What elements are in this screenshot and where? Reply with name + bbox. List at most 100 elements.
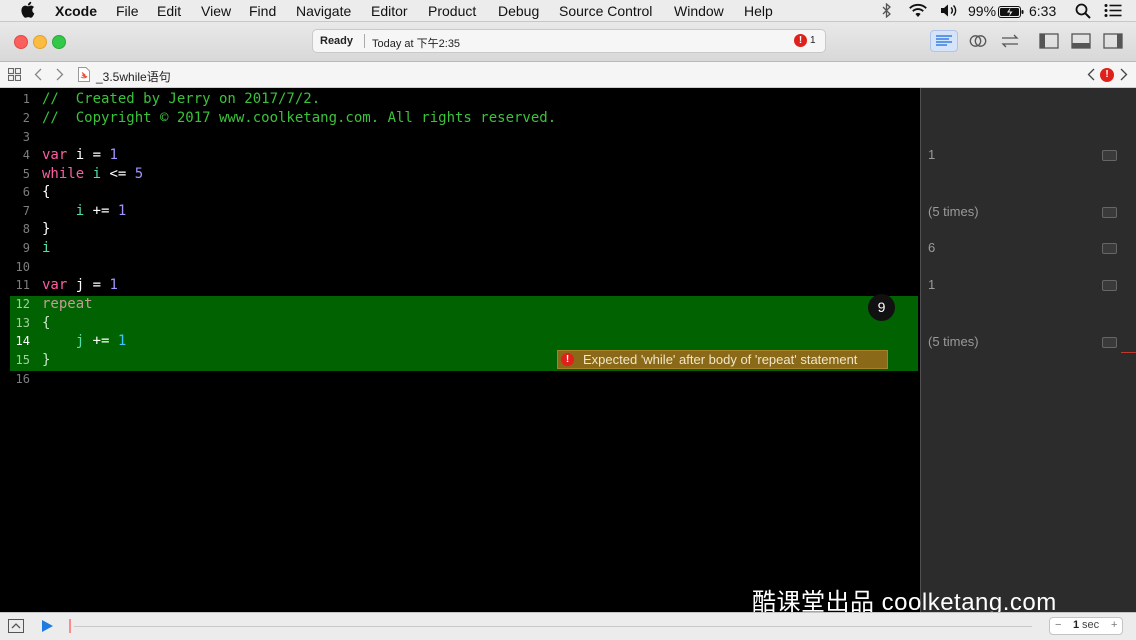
bluetooth-icon[interactable] [882, 2, 892, 21]
code-line[interactable]: i += 1 [42, 203, 127, 219]
code-editor[interactable]: 1 // Created by Jerry on 2017/7/2. 2 // … [0, 88, 920, 612]
code-line[interactable]: i [42, 240, 50, 256]
line-number: 11 [15, 278, 30, 292]
timeline-track[interactable] [74, 626, 1032, 627]
line-number: 1 [22, 92, 30, 106]
quick-look-icon[interactable] [1102, 150, 1117, 161]
error-message: Expected 'while' after body of 'repeat' … [583, 352, 858, 367]
previous-issue-icon[interactable] [1087, 68, 1095, 84]
increment-button[interactable]: + [1111, 619, 1117, 631]
result-value: 1 [928, 147, 936, 162]
next-issue-icon[interactable] [1120, 68, 1128, 84]
line-number: 4 [22, 148, 30, 162]
line-number: 15 [15, 353, 30, 367]
code-line[interactable]: var i = 1 [42, 147, 118, 163]
line-number: 7 [22, 204, 30, 218]
result-value: 1 [928, 277, 936, 292]
toggle-navigator-button[interactable] [1035, 30, 1063, 52]
menu-help[interactable]: Help [744, 3, 773, 19]
jump-bar: _3.5while语句 ! [0, 62, 1136, 88]
activity-viewer: Ready Today at 下午2:35 ! 1 [312, 29, 826, 53]
quick-look-icon[interactable] [1102, 207, 1117, 218]
menu-bar: Xcode File Edit View Find Navigate Edito… [0, 0, 1136, 22]
code-line[interactable]: j += 1 [42, 333, 127, 349]
run-playground-icon[interactable] [40, 619, 54, 636]
standard-editor-button[interactable] [930, 30, 958, 52]
error-banner-icon: ! [561, 353, 574, 366]
menu-window[interactable]: Window [674, 3, 724, 19]
line-number: 2 [22, 111, 30, 125]
menu-edit[interactable]: Edit [157, 3, 181, 19]
issue-error-icon[interactable]: ! [1100, 68, 1114, 82]
code-line[interactable]: { [42, 315, 50, 331]
result-value: 6 [928, 240, 936, 255]
quick-look-icon[interactable] [1102, 280, 1117, 291]
code-line[interactable]: { [42, 184, 50, 200]
code-line[interactable]: // Created by Jerry on 2017/7/2. [42, 91, 320, 107]
assistant-editor-button[interactable] [964, 30, 992, 52]
line-number: 8 [22, 222, 30, 236]
code-line[interactable]: } [42, 221, 50, 237]
apple-menu-icon[interactable] [20, 1, 35, 21]
menu-debug[interactable]: Debug [498, 3, 539, 19]
close-window-button[interactable] [14, 35, 28, 49]
timeline-scrubber[interactable] [69, 619, 71, 633]
go-back-icon[interactable] [34, 68, 42, 84]
error-banner[interactable]: ! Expected 'while' after body of 'repeat… [557, 350, 888, 369]
line-number: 10 [15, 260, 30, 274]
menu-product[interactable]: Product [428, 3, 476, 19]
build-timestamp: Today at 下午2:35 [372, 38, 461, 50]
menu-find[interactable]: Find [249, 3, 276, 19]
menu-view[interactable]: View [201, 3, 231, 19]
error-icon[interactable]: ! [794, 34, 807, 47]
line-number: 6 [22, 185, 30, 199]
line-number: 3 [22, 130, 30, 144]
notification-center-icon[interactable] [1104, 3, 1122, 21]
swift-file-icon [78, 67, 90, 85]
go-forward-icon[interactable] [56, 68, 64, 84]
wifi-icon[interactable] [908, 3, 928, 21]
build-status: Ready [320, 35, 354, 47]
menu-source-control[interactable]: Source Control [559, 3, 652, 19]
error-count[interactable]: 1 [810, 35, 816, 46]
window-toolbar: Ready Today at 下午2:35 ! 1 [0, 22, 1136, 62]
hide-debug-area-icon[interactable] [8, 619, 24, 636]
duration-unit: sec [1082, 619, 1100, 631]
menu-app-name[interactable]: Xcode [55, 3, 97, 19]
version-editor-button[interactable] [996, 30, 1024, 52]
menu-navigate[interactable]: Navigate [296, 3, 351, 19]
code-line[interactable]: var j = 1 [42, 277, 118, 293]
minimize-window-button[interactable] [33, 35, 47, 49]
spotlight-search-icon[interactable] [1075, 3, 1091, 22]
battery-percent[interactable]: 99% [968, 3, 996, 19]
battery-icon[interactable] [998, 5, 1024, 21]
duration-stepper: − 1 sec + [1049, 617, 1123, 635]
step-counter-badge: 9 [868, 294, 895, 321]
quick-look-icon[interactable] [1102, 337, 1117, 348]
zoom-window-button[interactable] [52, 35, 66, 49]
line-number: 9 [22, 241, 30, 255]
breadcrumb-file[interactable]: _3.5while语句 [96, 68, 171, 85]
toggle-utilities-button[interactable] [1099, 30, 1127, 52]
code-line[interactable]: while i <= 5 [42, 166, 143, 182]
code-line[interactable]: // Copyright © 2017 www.coolketang.com. … [42, 110, 556, 126]
clock[interactable]: 6:33 [1029, 3, 1056, 19]
decrement-button[interactable]: − [1055, 619, 1061, 631]
line-number: 13 [15, 316, 30, 330]
menu-file[interactable]: File [116, 3, 139, 19]
duration-value[interactable]: 1 [1073, 619, 1079, 631]
error-marker [1121, 352, 1136, 353]
line-number: 16 [15, 372, 30, 386]
line-number: 5 [22, 167, 30, 181]
related-items-icon[interactable] [7, 67, 22, 84]
result-value: (5 times) [928, 204, 979, 219]
code-line[interactable]: } [42, 352, 50, 368]
code-line[interactable]: repeat [42, 296, 93, 312]
volume-icon[interactable] [940, 3, 958, 21]
debug-bar: − 1 sec + [0, 612, 1136, 640]
line-number: 14 [15, 334, 30, 348]
menu-editor[interactable]: Editor [371, 3, 408, 19]
quick-look-icon[interactable] [1102, 243, 1117, 254]
results-sidebar: 1 (5 times) 6 1 (5 times) [920, 88, 1136, 612]
toggle-debug-area-button[interactable] [1067, 30, 1095, 52]
